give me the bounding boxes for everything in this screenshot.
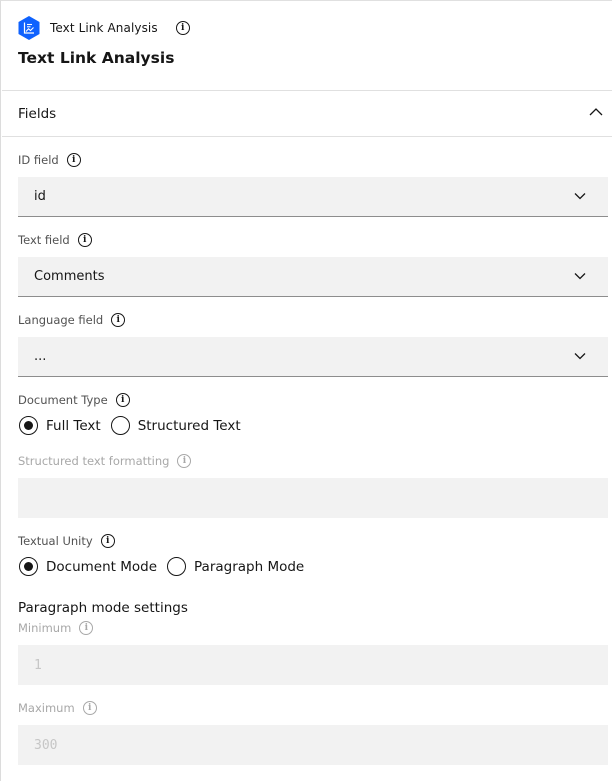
- id-field-value: id: [34, 189, 46, 204]
- radio-unselected-icon: [110, 416, 130, 435]
- radio-unselected-icon: [167, 557, 187, 576]
- document-type-label: Document Type: [18, 393, 108, 407]
- minimum-value: 1: [34, 657, 42, 673]
- id-field-label: ID field: [18, 153, 59, 167]
- radio-full-text[interactable]: Full Text: [19, 416, 101, 435]
- info-icon[interactable]: i: [77, 233, 92, 247]
- maximum-value: 300: [34, 737, 58, 753]
- radio-label: Paragraph Mode: [194, 558, 305, 575]
- radio-selected-icon: [19, 557, 38, 576]
- language-field-select[interactable]: ...: [18, 337, 608, 377]
- minimum-label: Minimum: [18, 621, 72, 635]
- id-field-select[interactable]: id: [18, 177, 608, 217]
- maximum-label-row: Maximum i: [18, 701, 97, 715]
- language-field-label: Language field: [18, 313, 104, 327]
- info-icon[interactable]: i: [66, 153, 81, 167]
- textual-unity-label: Textual Unity: [18, 534, 93, 548]
- chevron-up-icon[interactable]: [589, 107, 603, 117]
- text-link-analysis-hexagon-icon: [18, 16, 40, 40]
- node-type-label: Text Link Analysis: [50, 21, 158, 35]
- chevron-down-icon: [574, 273, 586, 280]
- minimum-label-row: Minimum i: [18, 621, 94, 635]
- radio-paragraph-mode[interactable]: Paragraph Mode: [167, 557, 304, 576]
- fields-section-toggle[interactable]: Fields: [2, 91, 612, 136]
- document-type-label-row: Document Type i: [18, 393, 130, 407]
- text-field-label-row: Text field i: [18, 233, 92, 247]
- info-icon[interactable]: i: [82, 701, 97, 715]
- structured-text-formatting-input[interactable]: [18, 478, 608, 518]
- info-icon[interactable]: i: [175, 21, 190, 35]
- structured-text-formatting-label: Structured text formatting: [18, 454, 170, 468]
- radio-selected-icon: [19, 416, 38, 435]
- id-field-label-row: ID field i: [18, 153, 81, 167]
- text-field-value: Comments: [34, 269, 105, 284]
- maximum-label: Maximum: [18, 701, 75, 715]
- properties-panel: Text Link Analysis i Text Link Analysis …: [0, 0, 612, 781]
- minimum-input[interactable]: 1: [18, 645, 608, 685]
- text-field-select[interactable]: Comments: [18, 257, 608, 297]
- info-icon[interactable]: i: [79, 621, 94, 635]
- radio-label: Structured Text: [137, 417, 241, 434]
- language-field-value: ...: [34, 349, 47, 364]
- info-icon[interactable]: i: [111, 313, 126, 327]
- info-icon[interactable]: i: [100, 534, 115, 548]
- textual-unity-radio-group: Document Mode Paragraph Mode: [19, 557, 314, 576]
- radio-label: Document Mode: [46, 558, 158, 575]
- chevron-down-icon: [574, 193, 586, 200]
- document-type-radio-group: Full Text Structured Text: [19, 416, 251, 435]
- language-field-label-row: Language field i: [18, 313, 126, 327]
- textual-unity-label-row: Textual Unity i: [18, 534, 115, 548]
- info-icon[interactable]: i: [115, 393, 130, 407]
- info-icon[interactable]: i: [177, 454, 192, 468]
- page-title: Text Link Analysis: [18, 49, 175, 67]
- divider: [2, 136, 612, 137]
- radio-label: Full Text: [46, 417, 101, 434]
- structured-text-formatting-label-row: Structured text formatting i: [18, 454, 192, 468]
- radio-document-mode[interactable]: Document Mode: [19, 557, 157, 576]
- section-title: Fields: [18, 105, 57, 122]
- paragraph-mode-settings-heading: Paragraph mode settings: [18, 600, 188, 616]
- maximum-input[interactable]: 300: [18, 725, 608, 765]
- chevron-down-icon: [574, 353, 586, 360]
- radio-structured-text[interactable]: Structured Text: [110, 416, 241, 435]
- node-header: Text Link Analysis i: [18, 16, 190, 40]
- text-field-label: Text field: [18, 233, 70, 247]
